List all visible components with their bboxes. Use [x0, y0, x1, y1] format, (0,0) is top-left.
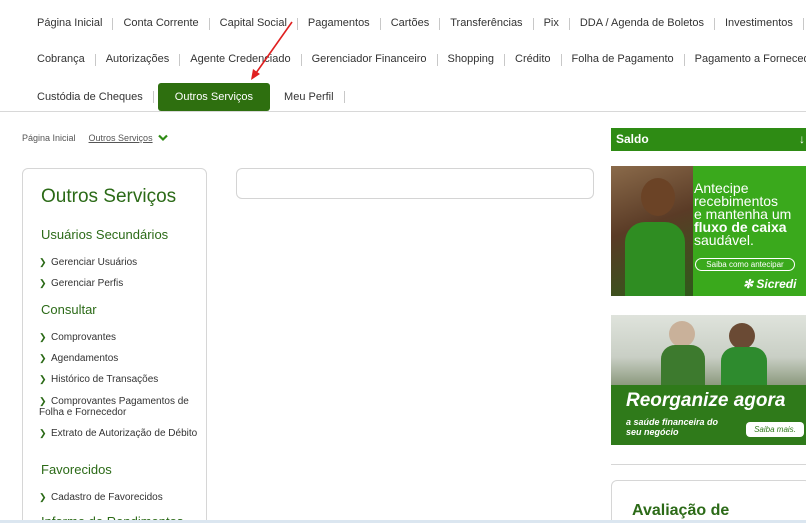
nav-item-folha-de-pagamento[interactable]: Folha de Pagamento: [562, 53, 684, 66]
sidebar-item-label: Comprovantes: [51, 332, 117, 343]
avaliacao-card: Avaliação de: [611, 480, 806, 523]
sidebar-item-label: Comprovantes Pagamentos de Folha e Forne…: [39, 396, 189, 418]
nav-item-gerenciador-financeiro[interactable]: Gerenciador Financeiro: [302, 53, 437, 66]
sidebar-menu: Outros Serviços Usuários Secundários ❯ Ge…: [22, 168, 207, 523]
nav-item-custodia-de-cheques[interactable]: Custódia de Cheques: [27, 91, 153, 104]
chevron-right-icon: ❯: [39, 353, 47, 363]
saldo-label: Saldo: [616, 132, 649, 146]
chevron-right-icon: ❯: [39, 257, 47, 267]
nav-item-meu-perfil[interactable]: Meu Perfil: [274, 91, 344, 104]
nav-item-cobranca[interactable]: Cobrança: [27, 53, 95, 66]
banner-photo-two-women: [611, 315, 806, 385]
sidebar-item-label: Agendamentos: [51, 353, 119, 364]
sidebar-item-label: Extrato de Autorização de Débito: [51, 428, 198, 439]
breadcrumb-current[interactable]: Outros Serviços: [89, 133, 153, 143]
chevron-down-icon[interactable]: [157, 134, 168, 142]
banner-saiba-mais-button[interactable]: Saiba mais.: [746, 422, 804, 437]
banner-antecipe[interactable]: Antecipe recebimentos e mantenha um flux…: [611, 166, 806, 296]
nav-separator: [152, 91, 154, 103]
photo-shirt-shape: [625, 222, 685, 296]
top-navigation: Página Inicial Conta Corrente Capital So…: [0, 0, 806, 112]
banner-reorganize-title: Reorganize agora: [626, 390, 786, 411]
photo-person-2-body: [721, 347, 767, 385]
nav-item-investimentos[interactable]: Investimentos: [715, 17, 803, 30]
nav-item-pix[interactable]: Pix: [534, 17, 569, 30]
nav-row-1: Página Inicial Conta Corrente Capital So…: [27, 17, 804, 30]
nav-item-pagamento-fornecedores[interactable]: Pagamento a Fornecedores: [685, 53, 806, 66]
sidebar-item-comprovantes[interactable]: ❯ Comprovantes: [39, 332, 199, 343]
sicredi-logo: ✻ Sicredi: [743, 277, 797, 291]
arrow-down-icon[interactable]: ↓: [799, 128, 805, 151]
nav-item-pagamentos[interactable]: Pagamentos: [298, 17, 380, 30]
nav-item-pagina-inicial[interactable]: Página Inicial: [27, 17, 112, 30]
banner-reorganize-subtitle: a saúde financeira do seu negócio: [626, 417, 719, 437]
nav-item-cartoes[interactable]: Cartões: [381, 17, 440, 30]
nav-item-outros-servicos[interactable]: Outros Serviços: [157, 83, 271, 111]
chevron-right-icon: ❯: [39, 374, 47, 384]
nav-item-credito[interactable]: Crédito: [505, 53, 560, 66]
sidebar-item-label: Histórico de Transações: [51, 374, 159, 385]
photo-person-2-face: [729, 323, 755, 349]
sidebar-item-label: Gerenciar Usuários: [51, 257, 138, 268]
chevron-right-icon: ❯: [39, 396, 47, 406]
banner-saiba-como-antecipar-button[interactable]: Saiba como antecipar: [695, 258, 795, 271]
sidebar-item-label: Cadastro de Favorecidos: [51, 492, 163, 503]
photo-person-1-body: [661, 345, 705, 385]
nav-row-2: Cobrança Autorizações Agente Credenciado…: [27, 53, 806, 66]
nav-row-3: Custódia de Cheques Outros Serviços Meu …: [27, 83, 345, 111]
nav-item-capital-social[interactable]: Capital Social: [210, 17, 297, 30]
avaliacao-title: Avaliação de: [632, 502, 730, 519]
sidebar-title: Outros Serviços: [41, 186, 177, 207]
nav-item-agente-credenciado[interactable]: Agente Credenciado: [180, 53, 300, 66]
breadcrumb: Página Inicial Outros Serviços: [22, 133, 168, 143]
banner-line: saudável.: [694, 232, 754, 248]
nav-item-transferencias[interactable]: Transferências: [440, 17, 532, 30]
sidebar-item-label: Gerenciar Perfis: [51, 278, 124, 289]
sidebar-section-consultar: Consultar: [41, 302, 97, 317]
nav-item-conta-corrente[interactable]: Conta Corrente: [113, 17, 208, 30]
sidebar-item-comprovantes-folha-fornecedor[interactable]: ❯ Comprovantes Pagamentos de Folha e Forn…: [39, 396, 199, 418]
chevron-right-icon: ❯: [39, 492, 47, 502]
right-column-divider: [611, 464, 806, 465]
chevron-right-icon: ❯: [39, 428, 47, 438]
nav-separator: [343, 91, 345, 103]
sidebar-item-extrato-autorizacao-debito[interactable]: ❯ Extrato de Autorização de Débito: [39, 428, 199, 439]
nav-item-dda[interactable]: DDA / Agenda de Boletos: [570, 17, 714, 30]
sidebar-item-cadastro-favorecidos[interactable]: ❯ Cadastro de Favorecidos: [39, 492, 199, 503]
breadcrumb-home[interactable]: Página Inicial: [22, 133, 76, 143]
content-input-box[interactable]: [236, 168, 594, 199]
sidebar-item-gerenciar-perfis[interactable]: ❯ Gerenciar Perfis: [39, 278, 199, 289]
banner-reorganize[interactable]: Reorganize agora a saúde financeira do s…: [611, 315, 806, 445]
chevron-right-icon: ❯: [39, 332, 47, 342]
sidebar-item-gerenciar-usuarios[interactable]: ❯ Gerenciar Usuários: [39, 257, 199, 268]
banner-photo-woman-phone: [611, 166, 693, 296]
photo-person-1-face: [669, 321, 695, 347]
saldo-bar[interactable]: Saldo ↓: [611, 128, 806, 151]
sidebar-item-agendamentos[interactable]: ❯ Agendamentos: [39, 353, 199, 364]
sidebar-section-usuarios: Usuários Secundários: [41, 227, 169, 242]
banner-antecipe-text: Antecipe recebimentos e mantenha um flux…: [694, 181, 806, 248]
sidebar-section-favorecidos: Favorecidos: [41, 462, 112, 477]
nav-item-shopping[interactable]: Shopping: [438, 53, 505, 66]
chevron-right-icon: ❯: [39, 278, 47, 288]
nav-separator: [802, 17, 804, 30]
nav-item-autorizacoes[interactable]: Autorizações: [96, 53, 180, 66]
sidebar-item-historico-transacoes[interactable]: ❯ Histórico de Transações: [39, 374, 199, 385]
photo-face-shape: [641, 178, 675, 216]
